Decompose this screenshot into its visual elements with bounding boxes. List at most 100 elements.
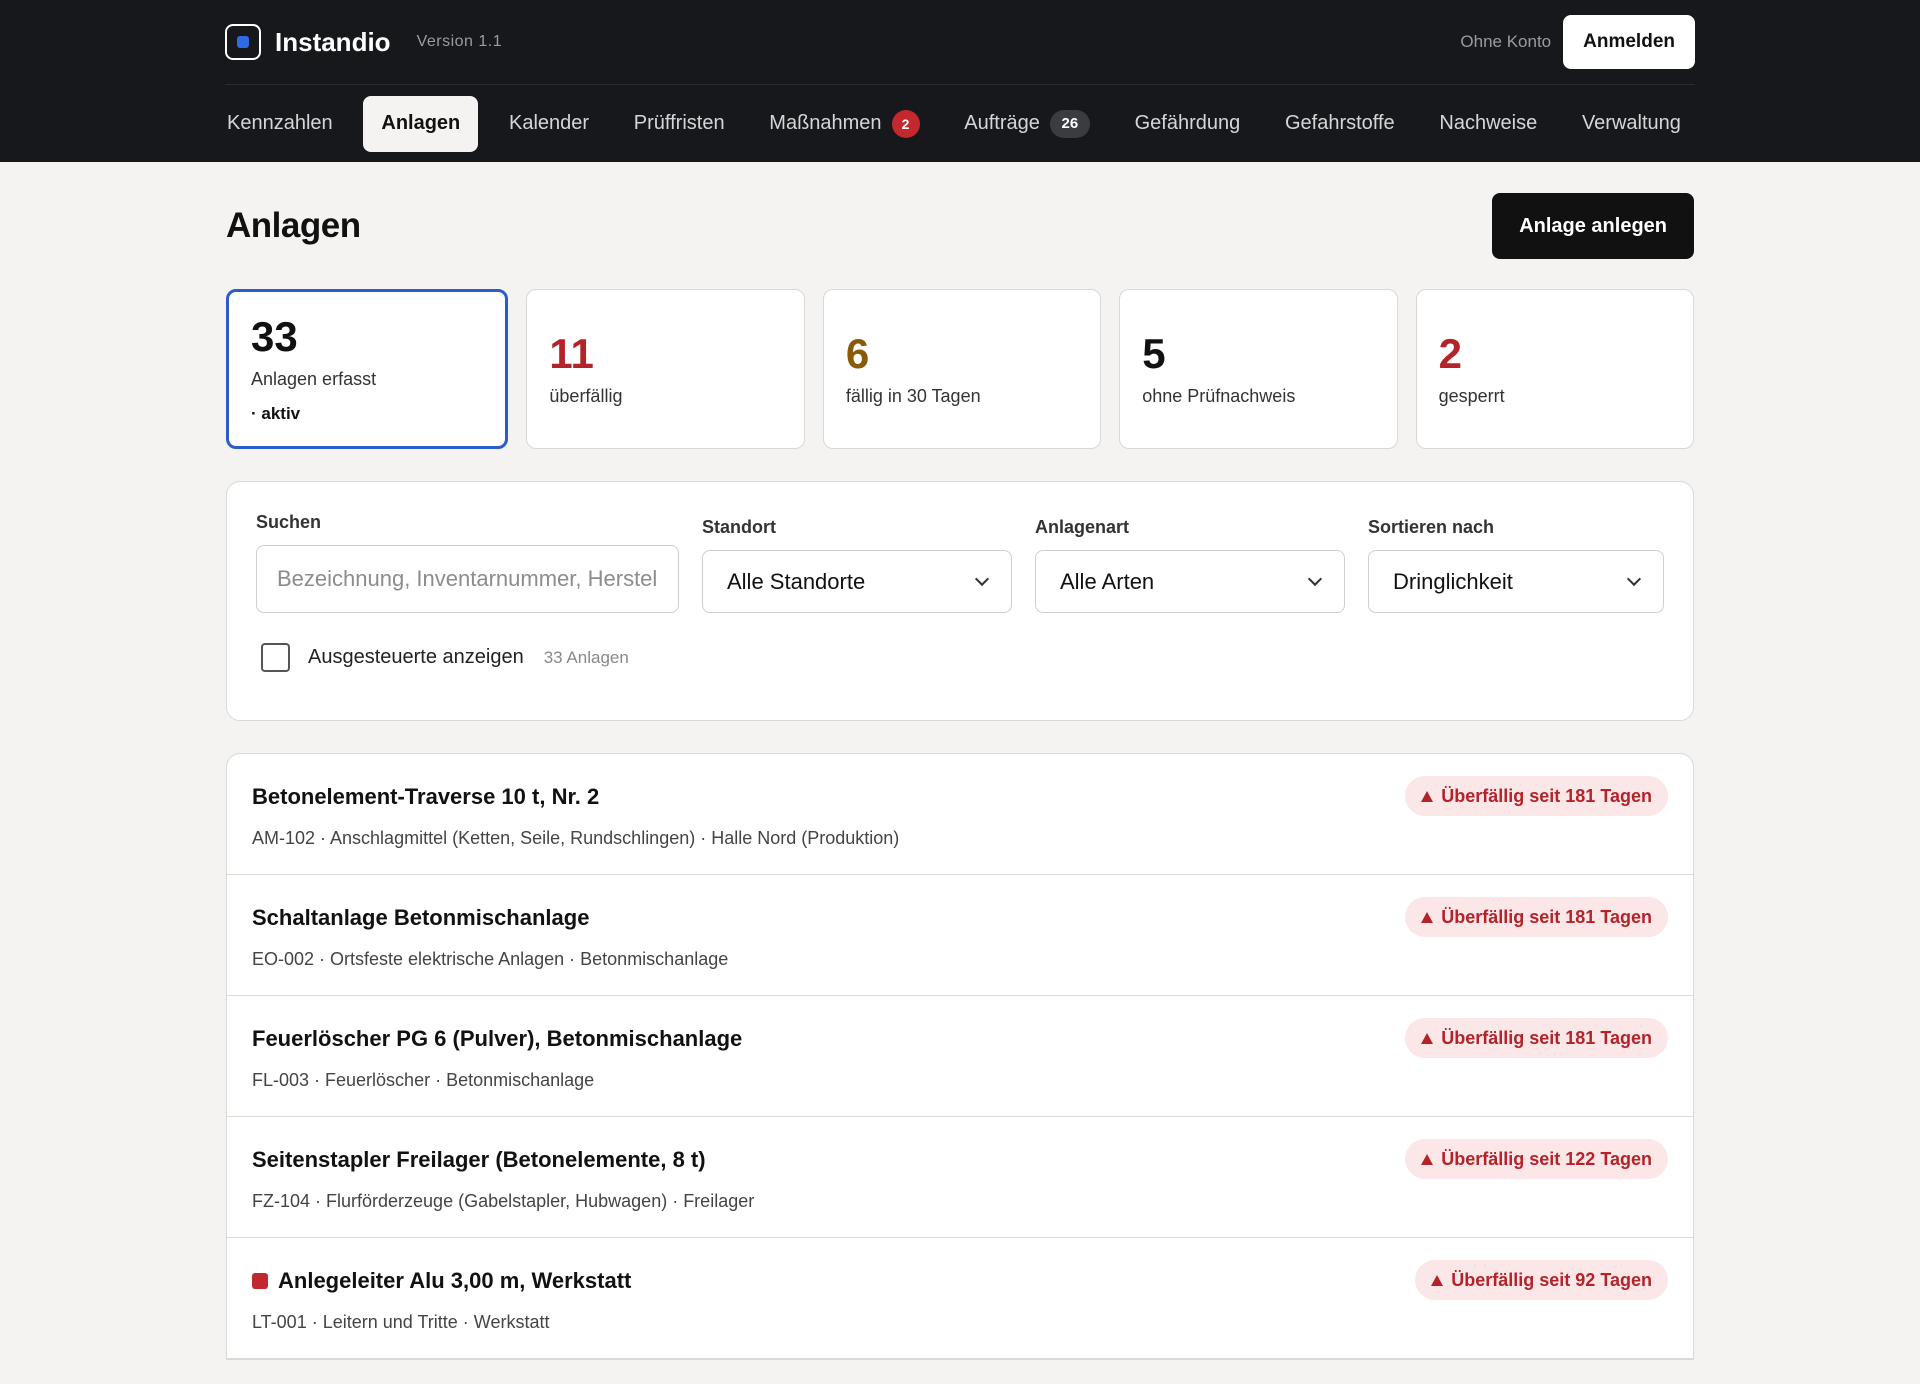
tab-nachweise[interactable]: Nachweise [1425, 96, 1551, 152]
stat-label: Anlagen erfasst [251, 368, 377, 389]
list-item[interactable]: Seitenstapler Freilager (Betonelemente, … [227, 1117, 1693, 1238]
warning-icon [1421, 1153, 1434, 1165]
status-text: Überfällig seit 181 Tagen [1441, 785, 1652, 806]
stat-value: 5 [1142, 330, 1166, 378]
tab-label: Kalender [509, 112, 590, 134]
stat-value: 11 [549, 330, 594, 378]
show-retired-label[interactable]: Ausgesteuerte anzeigen [308, 646, 524, 669]
tab-label: Kennzahlen [227, 112, 333, 134]
result-count: 33 Anlagen [543, 647, 629, 667]
location-select[interactable]: Alle Standorte [702, 550, 1012, 613]
stat-value: 33 [251, 313, 298, 361]
search-input[interactable]: Bezeichnung, Inventarnummer, Herstel [256, 545, 679, 613]
tab-kalender[interactable]: Kalender [495, 96, 603, 152]
tab-prueffristen[interactable]: Prüffristen [620, 96, 739, 152]
logo-icon[interactable] [225, 24, 261, 60]
show-retired-row: Ausgesteuerte anzeigen 33 Anlagen [261, 643, 1664, 672]
asset-title-text: Betonelement-Traverse 10 t, Nr. 2 [252, 784, 600, 809]
status-text: Überfällig seit 122 Tagen [1441, 1148, 1652, 1169]
login-button[interactable]: Anmelden [1563, 15, 1695, 69]
status-text: Überfällig seit 181 Tagen [1441, 1027, 1652, 1048]
stat-value: 6 [845, 330, 870, 378]
warning-icon [1421, 1032, 1434, 1044]
asset-title: Schaltanlage Betonmischanlage [252, 905, 589, 931]
status-badge: Überfällig seit 92 Tagen [1415, 1260, 1668, 1300]
tab-label: Maßnahmen [769, 112, 882, 134]
asset-title: Anlegeleiter Alu 3,00 m, Werkstatt [252, 1268, 631, 1294]
sort-label: Sortieren nach [1368, 517, 1495, 537]
asset-meta: LT-001 · Leitern und Tritte · Werkstatt [252, 1312, 550, 1332]
chevron-down-icon [1626, 571, 1642, 587]
type-field: Anlagenart Alle Arten [1035, 517, 1345, 613]
location-field: Standort Alle Standorte [702, 517, 1012, 613]
filter-panel: Suchen Bezeichnung, Inventarnummer, Hers… [226, 481, 1694, 721]
tab-gefaehrdung[interactable]: Gefährdung [1121, 96, 1255, 152]
tab-anlagen[interactable]: Anlagen [363, 95, 479, 152]
status-text: Überfällig seit 181 Tagen [1441, 906, 1652, 927]
asset-meta: EO-002 · Ortsfeste elektrische Anlagen ·… [252, 949, 729, 969]
tab-label: Prüffristen [633, 112, 725, 134]
asset-title: Seitenstapler Freilager (Betonelemente, … [252, 1147, 706, 1173]
asset-title-text: Anlegeleiter Alu 3,00 m, Werkstatt [278, 1268, 632, 1293]
show-retired-checkbox[interactable] [261, 643, 290, 672]
stat-card-overdue[interactable]: 11 überfällig [526, 289, 805, 449]
page-title: Anlagen [226, 206, 361, 245]
tab-gefahrstoffe[interactable]: Gefahrstoffe [1271, 96, 1409, 152]
top-bar: Instandio Version 1.1 Ohne Konto Anmelde… [0, 0, 1920, 162]
tab-label: Gefahrstoffe [1284, 112, 1395, 134]
warning-icon [1421, 790, 1434, 802]
stat-label: gesperrt [1438, 385, 1505, 406]
tab-verwaltung[interactable]: Verwaltung [1568, 96, 1695, 152]
stat-card-locked[interactable]: 2 gesperrt [1415, 289, 1695, 449]
tab-label: Verwaltung [1581, 112, 1681, 134]
chevron-down-icon [974, 571, 990, 587]
status-text: Überfällig seit 92 Tagen [1451, 1269, 1652, 1290]
list-item[interactable]: Feuerlöscher PG 6 (Pulver), Betonmischan… [227, 996, 1693, 1117]
sort-field: Sortieren nach Dringlichkeit [1368, 517, 1664, 613]
select-value: Alle Arten [1060, 568, 1155, 594]
search-label: Suchen [256, 512, 322, 532]
asset-title: Feuerlöscher PG 6 (Pulver), Betonmischan… [252, 1026, 742, 1052]
tab-label: Nachweise [1439, 112, 1538, 134]
warning-icon [1421, 911, 1434, 923]
list-item[interactable]: Betonelement-Traverse 10 t, Nr. 2 AM-102… [227, 754, 1693, 875]
status-badge: Überfällig seit 122 Tagen [1405, 1139, 1668, 1179]
stat-sub: · aktiv [251, 403, 301, 423]
no-account-label: Ohne Konto [1460, 32, 1552, 51]
list-item[interactable]: Schaltanlage Betonmischanlage EO-002 · O… [227, 875, 1693, 996]
count-badge: 2 [891, 109, 920, 138]
create-asset-button[interactable]: Anlage anlegen [1492, 193, 1694, 259]
list-item[interactable]: Anlegeleiter Alu 3,00 m, Werkstatt LT-00… [227, 1238, 1693, 1359]
count-badge: 26 [1049, 109, 1090, 138]
asset-meta: FZ-104 · Flurförderzeuge (Gabelstapler, … [252, 1191, 755, 1211]
tab-auftraege[interactable]: Aufträge 26 [950, 96, 1104, 152]
asset-title-text: Schaltanlage Betonmischanlage [252, 905, 590, 930]
app-name[interactable]: Instandio [275, 27, 391, 58]
stat-card-no-proof[interactable]: 5 ohne Prüfnachweis [1119, 289, 1398, 449]
select-value: Alle Standorte [727, 568, 866, 594]
stat-card-total[interactable]: 33 Anlagen erfasst · aktiv [226, 289, 509, 449]
tab-massnahmen[interactable]: Maßnahmen 2 [755, 96, 933, 152]
stat-label: fällig in 30 Tagen [845, 385, 981, 406]
stats-row: 33 Anlagen erfasst · aktiv 11 überfällig… [226, 289, 1695, 449]
sort-select[interactable]: Dringlichkeit [1368, 550, 1664, 613]
asset-title: Betonelement-Traverse 10 t, Nr. 2 [252, 784, 599, 810]
status-badge: Überfällig seit 181 Tagen [1405, 776, 1668, 816]
tab-kennzahlen[interactable]: Kennzahlen [213, 96, 347, 152]
stat-card-due-30[interactable]: 6 fällig in 30 Tagen [822, 289, 1102, 449]
location-label: Standort [702, 517, 776, 537]
asset-meta: FL-003 · Feuerlöscher · Betonmischanlage [252, 1070, 595, 1090]
asset-list: Betonelement-Traverse 10 t, Nr. 2 AM-102… [226, 753, 1694, 1360]
main-nav: Kennzahlen Anlagen Kalender Prüffristen … [213, 85, 1695, 162]
asset-title-text: Seitenstapler Freilager (Betonelemente, … [252, 1147, 706, 1172]
status-badge: Überfällig seit 181 Tagen [1405, 897, 1668, 937]
stat-label: ohne Prüfnachweis [1142, 385, 1296, 406]
app-version: Version 1.1 [416, 33, 503, 50]
tab-label: Gefährdung [1134, 112, 1241, 134]
stat-label: überfällig [549, 385, 623, 406]
locked-icon [252, 1273, 268, 1289]
warning-icon [1431, 1274, 1444, 1286]
page-header: Anlagen Anlage anlegen [226, 191, 1694, 261]
stat-value: 2 [1438, 330, 1462, 378]
type-select[interactable]: Alle Arten [1035, 550, 1345, 613]
